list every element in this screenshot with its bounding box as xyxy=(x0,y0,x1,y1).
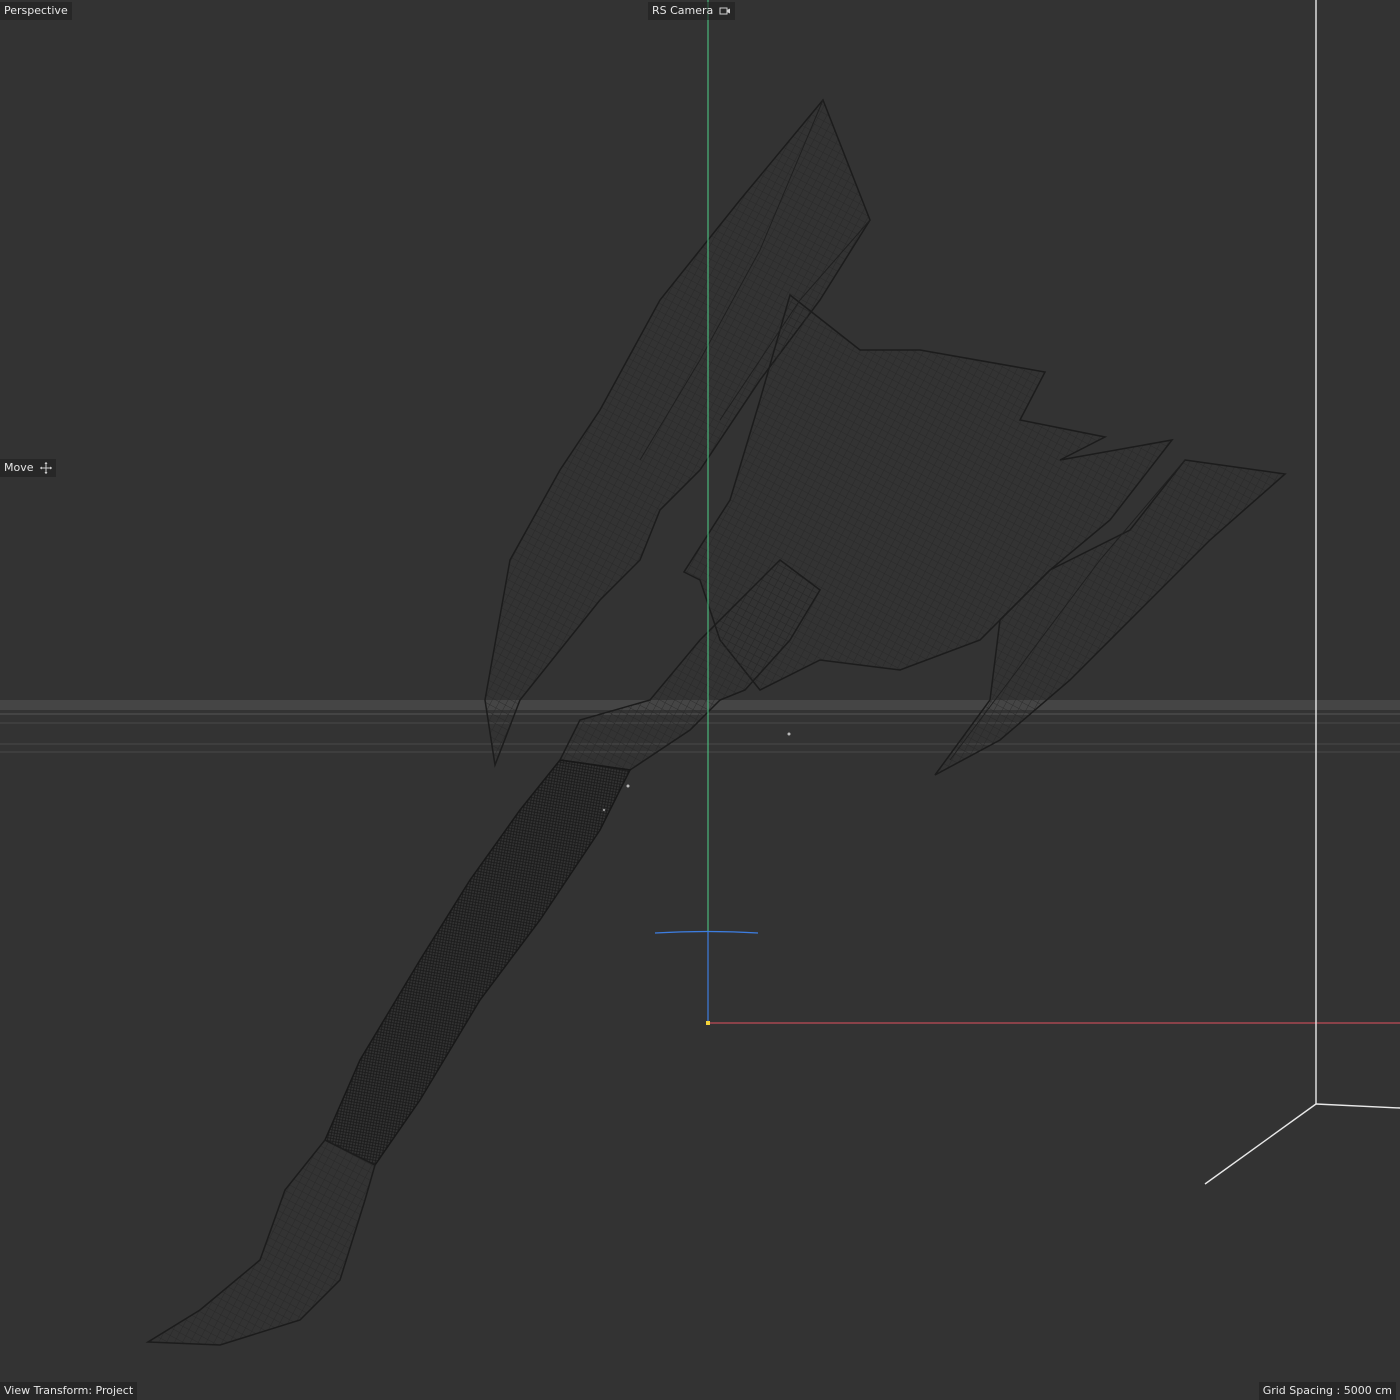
grid-spacing-label: Grid Spacing : 5000 cm xyxy=(1258,1382,1396,1400)
move-icon xyxy=(39,462,52,474)
camera-name-text: RS Camera xyxy=(652,4,714,17)
active-tool-label[interactable]: Move xyxy=(0,459,56,477)
vertex-dot xyxy=(626,784,630,788)
vertex-dot xyxy=(602,808,606,812)
view-transform-text: View Transform: Project xyxy=(4,1384,134,1397)
camera-selector[interactable]: RS Camera xyxy=(648,2,736,20)
origin-point xyxy=(706,1021,710,1025)
axe-pommel xyxy=(145,1139,376,1346)
viewport-3d[interactable]: Perspective RS Camera Move View Transfor… xyxy=(0,0,1400,1400)
vertex-dot xyxy=(787,732,791,736)
camera-icon[interactable] xyxy=(719,6,731,16)
axis-z-arc xyxy=(654,930,759,934)
view-name-label[interactable]: Perspective xyxy=(0,2,72,20)
scene-canvas[interactable] xyxy=(0,0,1400,1400)
bounding-frame xyxy=(1204,0,1400,1185)
tool-name-text: Move xyxy=(4,461,34,474)
view-transform-label: View Transform: Project xyxy=(0,1382,138,1400)
grid-spacing-text: Grid Spacing : 5000 cm xyxy=(1262,1384,1392,1397)
view-name-text: Perspective xyxy=(4,4,68,17)
axe-grip xyxy=(324,759,632,1166)
